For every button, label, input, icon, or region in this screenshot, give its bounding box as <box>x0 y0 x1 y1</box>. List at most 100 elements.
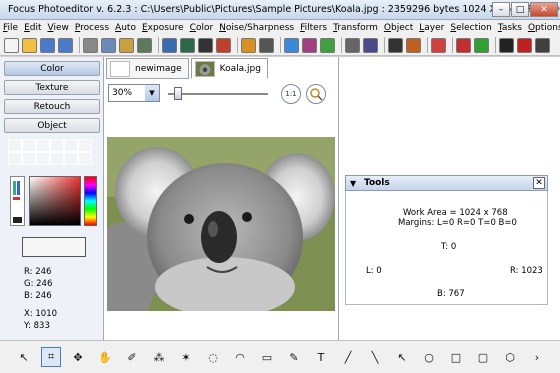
hue-slider[interactable] <box>84 176 97 226</box>
curves-icon[interactable] <box>302 37 317 53</box>
color-picker-tool-icon[interactable]: ✐ <box>122 347 142 367</box>
text-icon[interactable] <box>388 37 403 53</box>
menu-item[interactable]: Object <box>381 23 416 33</box>
crop-tool-icon[interactable]: ⌗ <box>41 347 61 367</box>
grid-icon[interactable] <box>535 37 550 53</box>
arrow-tool-icon[interactable]: ↖ <box>392 347 412 367</box>
color-swatch[interactable] <box>22 139 36 152</box>
actual-size-button[interactable]: 1:1 <box>281 84 301 104</box>
color-swatch[interactable] <box>8 152 22 165</box>
tools-panel-header[interactable]: ▼ Tools ✕ <box>345 175 548 191</box>
hsl-icon[interactable] <box>474 37 489 53</box>
drawing-toolbar: ↖ ⌗ ✥ ✋ ✐ ⁂ ✶ ◌ ◠ ▭ ✎ T ╱ ╲ ↖ ○ □ ▢ ⬡ › <box>0 340 560 373</box>
object-panel-button[interactable]: Object <box>4 118 100 133</box>
polygon-tool-icon[interactable]: ⬡ <box>500 347 520 367</box>
color-wheel-icon[interactable] <box>431 37 446 53</box>
color-swatch[interactable] <box>64 139 78 152</box>
red-icon[interactable] <box>517 37 532 53</box>
minimize-button[interactable]: – <box>492 2 510 17</box>
color-swatch[interactable] <box>36 152 50 165</box>
zoom-slider-track[interactable] <box>168 93 268 95</box>
line-tool-icon[interactable]: ╲ <box>365 347 385 367</box>
menu-item[interactable]: Selection <box>447 23 494 33</box>
move-tool-icon[interactable]: ✥ <box>68 347 88 367</box>
layer-icon[interactable] <box>259 37 274 53</box>
print-icon[interactable] <box>345 37 360 53</box>
tab-newimage[interactable]: newimage <box>106 58 189 79</box>
more-tools-icon[interactable]: › <box>527 347 547 367</box>
zoom-select[interactable]: 30% ▼ <box>108 84 160 102</box>
gsm-icon[interactable] <box>499 37 514 53</box>
freehand-select-tool-icon[interactable]: ◠ <box>230 347 250 367</box>
cut-icon[interactable] <box>83 37 98 53</box>
menu-item[interactable]: Tasks <box>495 23 525 33</box>
frame-icon[interactable] <box>198 37 213 53</box>
menu-item[interactable]: Options <box>525 23 560 33</box>
color-picker <box>7 176 99 228</box>
draw-icon[interactable] <box>241 37 256 53</box>
toolbar-separator <box>495 37 496 53</box>
texture-panel-button[interactable]: Texture <box>4 80 100 95</box>
menu-bar: File Edit View Process Auto Exposure Color Nois… <box>0 20 560 35</box>
chevron-down-icon[interactable]: ▼ <box>350 179 356 188</box>
menu-item[interactable]: Transform <box>330 23 381 33</box>
color-swatch[interactable] <box>78 139 92 152</box>
brush-tool-icon[interactable]: ╱ <box>338 347 358 367</box>
open-icon[interactable] <box>22 37 37 53</box>
menu-item[interactable]: Edit <box>21 23 44 33</box>
menu-item[interactable]: View <box>45 23 72 33</box>
menu-item[interactable]: Noise/Sharpness <box>216 23 297 33</box>
menu-item[interactable]: Layer <box>416 23 447 33</box>
ellipse-tool-icon[interactable]: ○ <box>419 347 439 367</box>
color-swatch[interactable] <box>50 152 64 165</box>
menu-item[interactable]: Process <box>72 23 112 33</box>
pointer-tool-icon[interactable]: ↖ <box>14 347 34 367</box>
color-swatch[interactable] <box>22 152 36 165</box>
close-icon[interactable]: ✕ <box>533 177 545 189</box>
picture-icon[interactable] <box>180 37 195 53</box>
text-tool-icon[interactable]: T <box>311 347 331 367</box>
menu-item[interactable]: Filters <box>297 23 330 33</box>
scan-icon[interactable] <box>363 37 378 53</box>
new-icon[interactable] <box>4 37 19 53</box>
color-swatch[interactable] <box>78 152 92 165</box>
tab-koala[interactable]: Koala.jpg <box>190 58 268 79</box>
color-swatch[interactable] <box>36 139 50 152</box>
lasso-tool-icon[interactable]: ◌ <box>203 347 223 367</box>
eyedropper-tool-icon[interactable]: ✎ <box>284 347 304 367</box>
levels-icon[interactable] <box>320 37 335 53</box>
histogram-icon[interactable] <box>284 37 299 53</box>
crop-icon[interactable] <box>137 37 152 53</box>
zoom-in-icon[interactable] <box>306 84 326 104</box>
menu-item[interactable]: Auto <box>112 23 139 33</box>
save-icon[interactable] <box>40 37 55 53</box>
menu-item[interactable]: Color <box>187 23 217 33</box>
rounded-rect-tool-icon[interactable]: ▢ <box>473 347 493 367</box>
menu-item[interactable]: File <box>0 23 21 33</box>
zoom-slider-thumb[interactable] <box>174 87 182 100</box>
color-swatch[interactable] <box>50 139 64 152</box>
paste-icon[interactable] <box>119 37 134 53</box>
rect-select-tool-icon[interactable]: ▭ <box>257 347 277 367</box>
adjust-icon[interactable] <box>216 37 231 53</box>
maximize-button[interactable]: □ <box>511 2 529 17</box>
retouch-panel-button[interactable]: Retouch <box>4 99 100 114</box>
gallery-icon[interactable] <box>406 37 421 53</box>
menu-item[interactable]: Exposure <box>139 23 187 33</box>
effects-icon[interactable] <box>162 37 177 53</box>
saturation-box[interactable] <box>29 176 81 226</box>
save-as-icon[interactable] <box>58 37 73 53</box>
mini-palette-icon[interactable] <box>10 176 25 226</box>
rectangle-tool-icon[interactable]: □ <box>446 347 466 367</box>
koala-photo[interactable] <box>107 137 335 311</box>
hand-tool-icon[interactable]: ✋ <box>95 347 115 367</box>
magic-wand-tool-icon[interactable]: ⁂ <box>149 347 169 367</box>
color-swatch[interactable] <box>64 152 78 165</box>
clone-tool-icon[interactable]: ✶ <box>176 347 196 367</box>
close-button[interactable]: ✕ <box>530 2 558 17</box>
copy-icon[interactable] <box>101 37 116 53</box>
rgb-icon[interactable] <box>456 37 471 53</box>
chevron-down-icon[interactable]: ▼ <box>145 85 159 101</box>
color-panel-button[interactable]: Color <box>4 61 100 76</box>
color-swatch[interactable] <box>8 139 22 152</box>
